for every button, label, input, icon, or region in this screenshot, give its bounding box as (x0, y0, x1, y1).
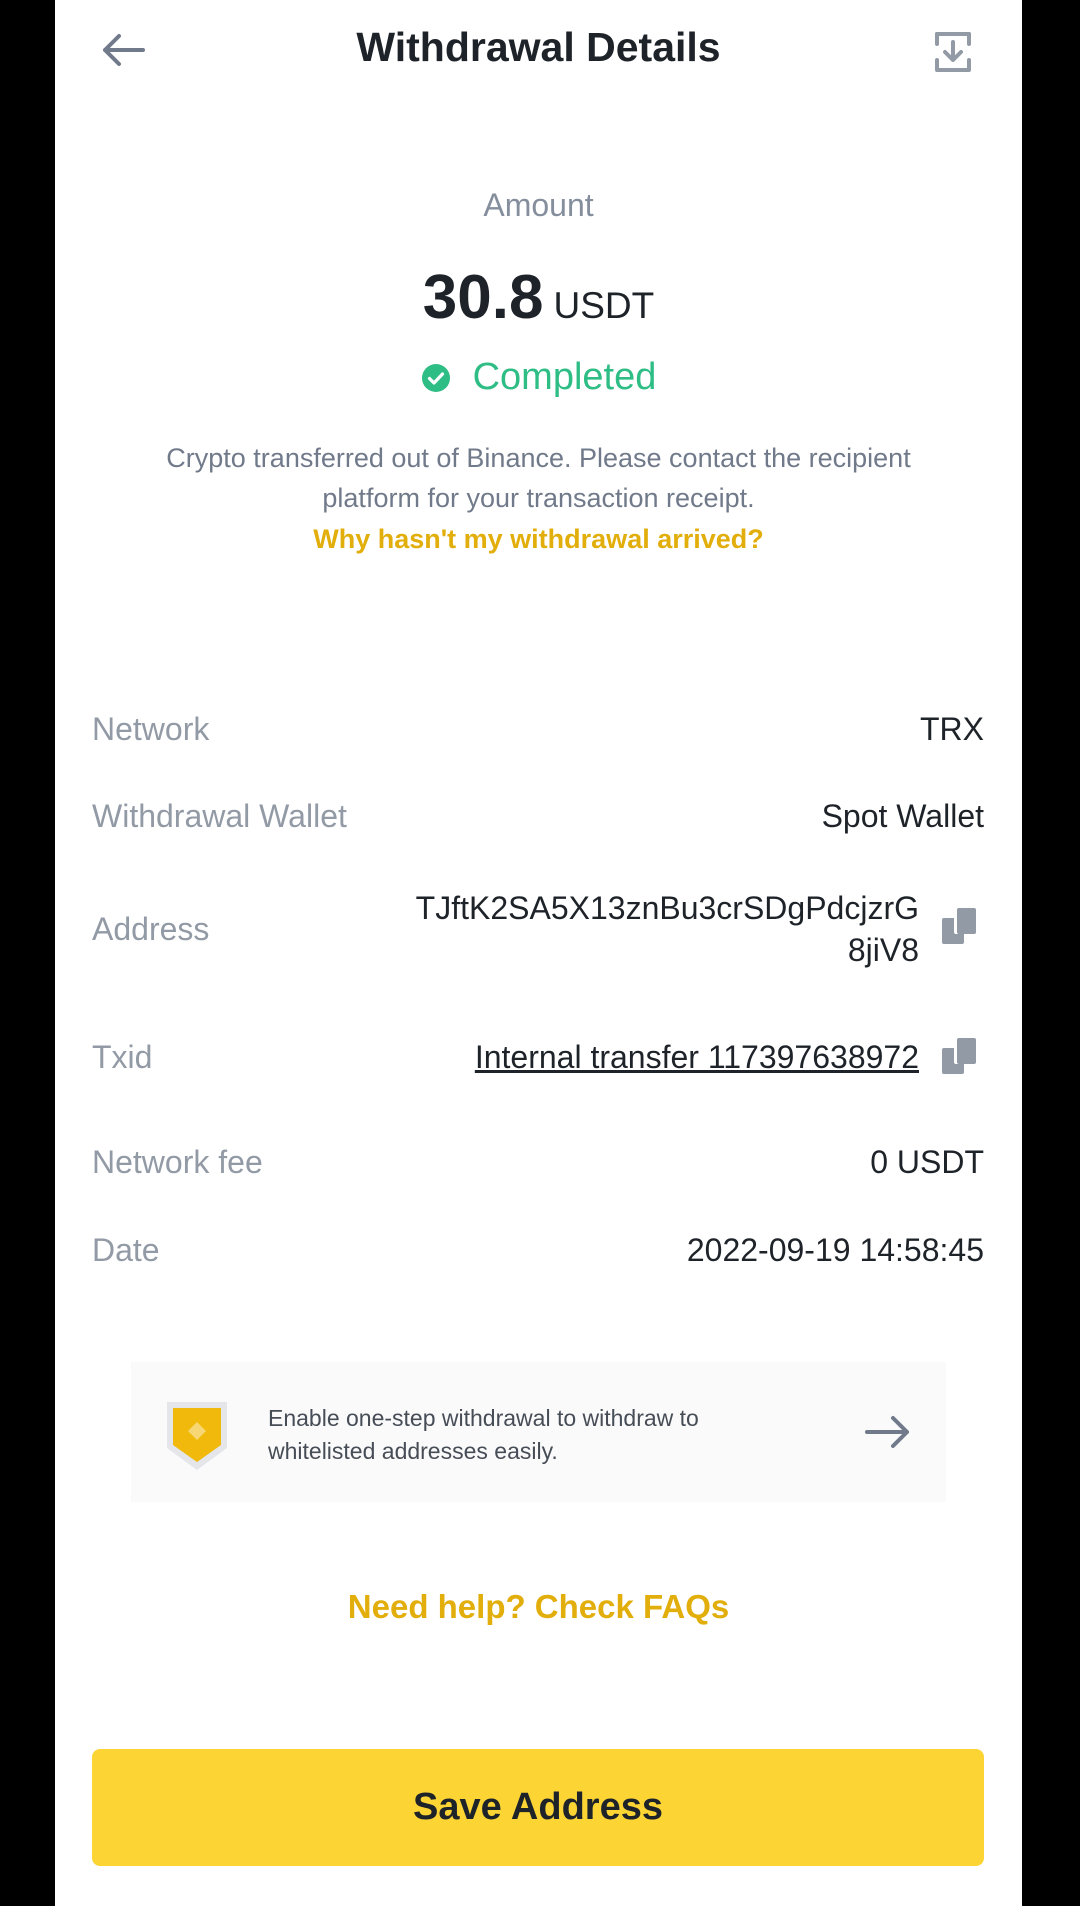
withdrawal-wallet-label: Withdrawal Wallet (92, 798, 347, 834)
save-address-button[interactable]: Save Address (92, 1749, 984, 1866)
amount-label: Amount (483, 187, 594, 223)
address-value: TJftK2SA5X13znBu3crSDgPdcjzrG8jiV8 (399, 887, 919, 971)
date-value: 2022-09-19 14:58:45 (686, 1232, 984, 1268)
network-label: Network (92, 711, 210, 747)
why-not-arrived-link[interactable]: Why hasn't my withdrawal arrived? (55, 524, 1022, 555)
page-title: Withdrawal Details (356, 24, 721, 70)
help-faq-link[interactable]: Need help? Check FAQs (55, 1588, 1022, 1626)
amount-display: 30.8 USDT (55, 262, 1022, 333)
date-label: Date (92, 1232, 160, 1268)
withdrawal-wallet-value: Spot Wallet (821, 798, 984, 834)
address-label: Address (92, 911, 210, 947)
copy-txid-icon[interactable] (940, 1036, 980, 1076)
arrow-right-icon (865, 1416, 909, 1448)
network-fee-value: 0 USDT (870, 1144, 984, 1180)
status-badge: Completed (55, 356, 1022, 399)
shield-icon (167, 1402, 227, 1470)
info-message: Crypto transferred out of Binance. Pleas… (166, 443, 911, 513)
txid-link[interactable]: Internal transfer 117397638972 (475, 1039, 919, 1076)
banner-text: Enable one-step withdrawal to withdraw t… (268, 1405, 699, 1464)
txid-label: Txid (92, 1039, 153, 1075)
network-fee-label: Network fee (92, 1144, 263, 1180)
address-text: TJftK2SA5X13znBu3crSDgPdcjzrG8jiV8 (415, 890, 919, 968)
download-icon (935, 32, 971, 72)
copy-address-icon[interactable] (940, 906, 980, 946)
one-step-withdrawal-banner[interactable]: Enable one-step withdrawal to withdraw t… (131, 1362, 946, 1502)
network-value: TRX (920, 711, 984, 747)
withdrawal-details-screen: Withdrawal Details Amount 30.8 USDT Compl… (55, 0, 1022, 1906)
status-text: Completed (472, 356, 657, 398)
amount-value: 30.8 (422, 263, 544, 332)
download-button[interactable] (923, 22, 983, 82)
amount-unit: USDT (553, 285, 655, 326)
check-circle-icon (421, 363, 450, 392)
